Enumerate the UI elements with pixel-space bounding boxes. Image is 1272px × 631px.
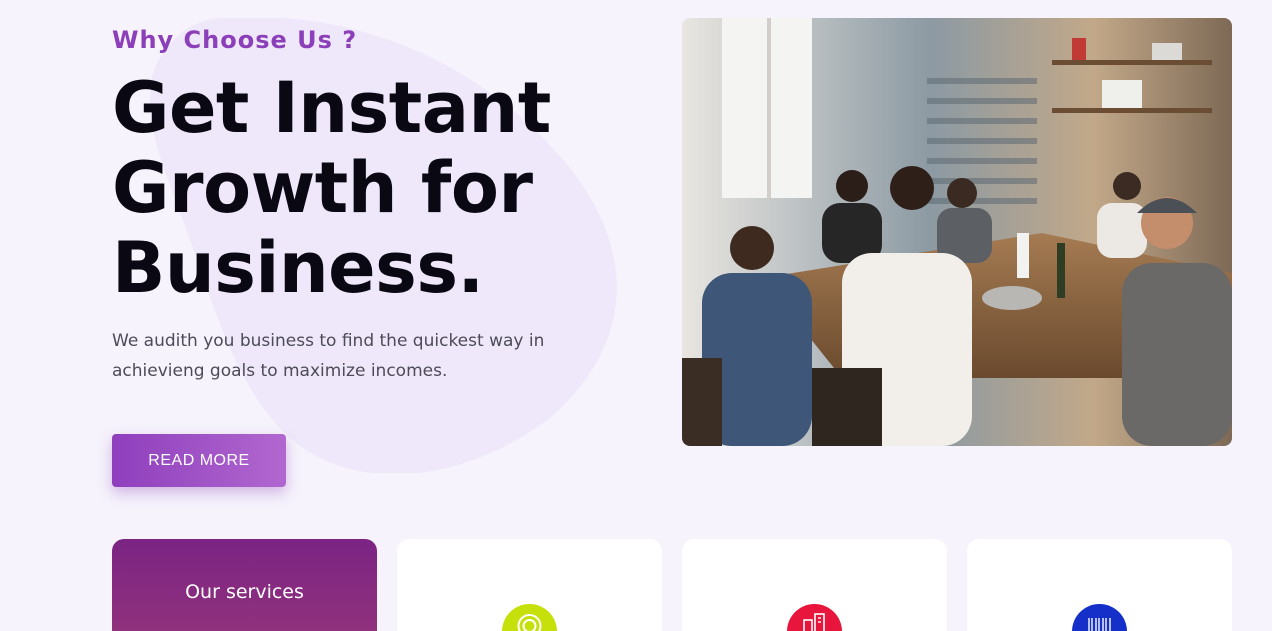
eyebrow-heading: Why Choose Us ?: [112, 26, 358, 54]
team-meeting-image: [682, 18, 1232, 446]
headline-line: Business.: [112, 227, 484, 309]
read-more-button[interactable]: READ MORE: [112, 434, 286, 487]
city-buildings-icon: [787, 604, 842, 631]
headline-line: Growth for: [112, 147, 533, 229]
hero-description: We audith you business to find the quick…: [112, 331, 545, 381]
hero-text: Why Choose Us ? Get Instant Growth for B…: [112, 26, 652, 386]
page: Why Choose Us ? Get Instant Growth for B…: [0, 0, 1272, 631]
target-icon: [502, 604, 557, 631]
service-card[interactable]: [967, 539, 1232, 631]
services-cards: Our services: [112, 539, 1232, 631]
hero-headline: Get Instant Growth for Business.: [112, 68, 652, 308]
services-card[interactable]: Our services: [112, 539, 377, 631]
headline-line: Get Instant: [112, 67, 551, 149]
service-card[interactable]: [397, 539, 662, 631]
hero-photo: [682, 18, 1232, 446]
service-card[interactable]: [682, 539, 947, 631]
services-title: Our services: [185, 581, 304, 603]
barcode-icon: [1072, 604, 1127, 631]
